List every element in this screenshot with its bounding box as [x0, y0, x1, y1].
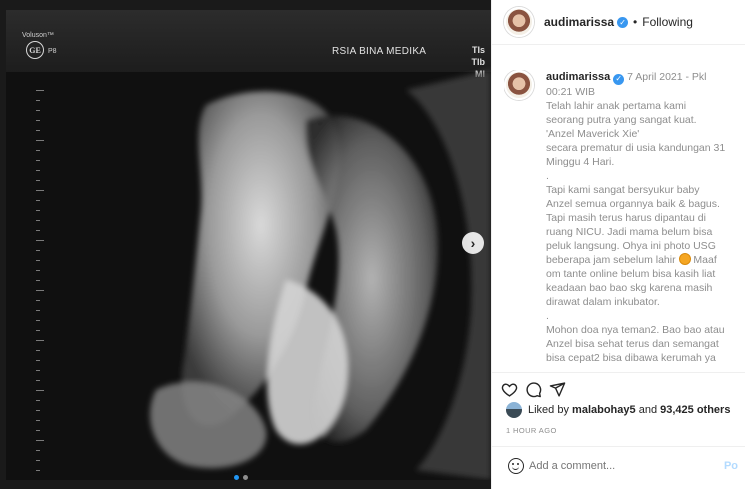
post-side-panel: audimarissa ✓ • Following audimarissa ✓ 7…: [491, 0, 745, 489]
avatar[interactable]: [504, 7, 534, 37]
caption-username[interactable]: audimarissa: [546, 71, 610, 83]
comment-icon[interactable]: [524, 380, 542, 398]
carousel-dot: [243, 475, 248, 480]
caption-line: peluk langsung. Ohya ini photo USG: [546, 239, 716, 252]
ultrasound-screen: Voluson™ GE P8 RSIA BINA MEDIKA TIs TIb …: [6, 10, 491, 480]
heart-icon[interactable]: [500, 380, 518, 398]
caption-line: .: [546, 309, 549, 322]
chevron-right-icon: ›: [470, 235, 476, 251]
carousel-dots: [234, 475, 248, 480]
post-timestamp[interactable]: 1 HOUR AGO: [506, 426, 557, 435]
caption-line: seorang putra yang sangat kuat.: [546, 113, 697, 126]
caption-line: ruang NICU. Jadi mama belum bisa: [546, 225, 713, 238]
caption-line: Tapi masih terus harus dipantau di: [546, 211, 706, 224]
divider: [492, 446, 745, 447]
post-header: audimarissa ✓ • Following: [492, 0, 745, 45]
caption-date: 7 April 2021 - Pkl: [627, 71, 707, 83]
liker-username[interactable]: malabohay5: [572, 404, 636, 416]
header-username[interactable]: audimarissa: [544, 15, 614, 29]
caption-line: 00:21 WIB: [546, 85, 596, 98]
caption-scroll-area[interactable]: audimarissa ✓ 7 April 2021 - Pkl 00:21 WI…: [504, 70, 745, 376]
post-photo[interactable]: Voluson™ GE P8 RSIA BINA MEDIKA TIs TIb …: [0, 0, 491, 489]
caption-line: keadaan bao bao skg karena masih: [546, 281, 713, 294]
smiley-icon[interactable]: [508, 458, 524, 474]
verified-badge-icon: ✓: [617, 16, 629, 28]
caption-line: 'Anzel Maverick Xie': [546, 127, 640, 140]
verified-badge-icon: ✓: [613, 73, 625, 85]
divider: [492, 372, 745, 373]
caption-line-text: beberapa jam sebelum lahir: [546, 253, 676, 266]
action-bar: [500, 380, 566, 398]
carousel-dot: [234, 475, 239, 480]
caption-line-with-emoji: beberapa jam sebelum lahir Maaf: [546, 252, 745, 267]
comment-box: Po: [508, 458, 738, 474]
follow-separator: •: [633, 15, 638, 29]
likes-count[interactable]: 93,425 others: [660, 404, 730, 416]
carousel-next-button[interactable]: ›: [462, 232, 484, 254]
caption-line: secara prematur di usia kandungan 31: [546, 141, 726, 154]
caption-line: .: [546, 169, 549, 182]
likes-summary: Liked by malabohay5 and 93,425 others: [506, 402, 730, 418]
following-button[interactable]: Following: [642, 15, 693, 29]
caption-line: Anzel semua organnya baik & bagus.: [546, 197, 720, 210]
caption-line: om tante online belum bisa kasih liat: [546, 267, 716, 280]
caption-line: dirawat dalam inkubator.: [546, 295, 660, 308]
post-comment-button[interactable]: Po: [724, 460, 738, 472]
smiling-face-emoji-icon: [678, 252, 691, 265]
caption-line: Anzel bisa sehat terus dan semangat: [546, 337, 719, 350]
caption-line: Minggu 4 Hari.: [546, 155, 615, 168]
caption-line: Telah lahir anak pertama kami: [546, 99, 687, 112]
liker-avatar[interactable]: [506, 402, 522, 418]
caption-line-suffix: Maaf: [693, 253, 717, 266]
caption-heading: audimarissa ✓ 7 April 2021 - Pkl: [546, 70, 745, 85]
ultrasound-image: [150, 70, 491, 480]
caption-line: Mohon doa nya teman2. Bao bao atau: [546, 323, 725, 336]
caption-avatar[interactable]: [504, 70, 534, 100]
caption: audimarissa ✓ 7 April 2021 - Pkl 00:21 WI…: [546, 70, 745, 365]
comment-input[interactable]: [529, 460, 719, 472]
caption-line: bisa cepat2 bisa dibawa kerumah ya: [546, 351, 716, 364]
likes-conjunction: and: [638, 404, 658, 416]
likes-prefix: Liked by: [528, 404, 569, 416]
share-icon[interactable]: [548, 380, 566, 398]
caption-line: Tapi kami sangat bersyukur baby: [546, 183, 700, 196]
